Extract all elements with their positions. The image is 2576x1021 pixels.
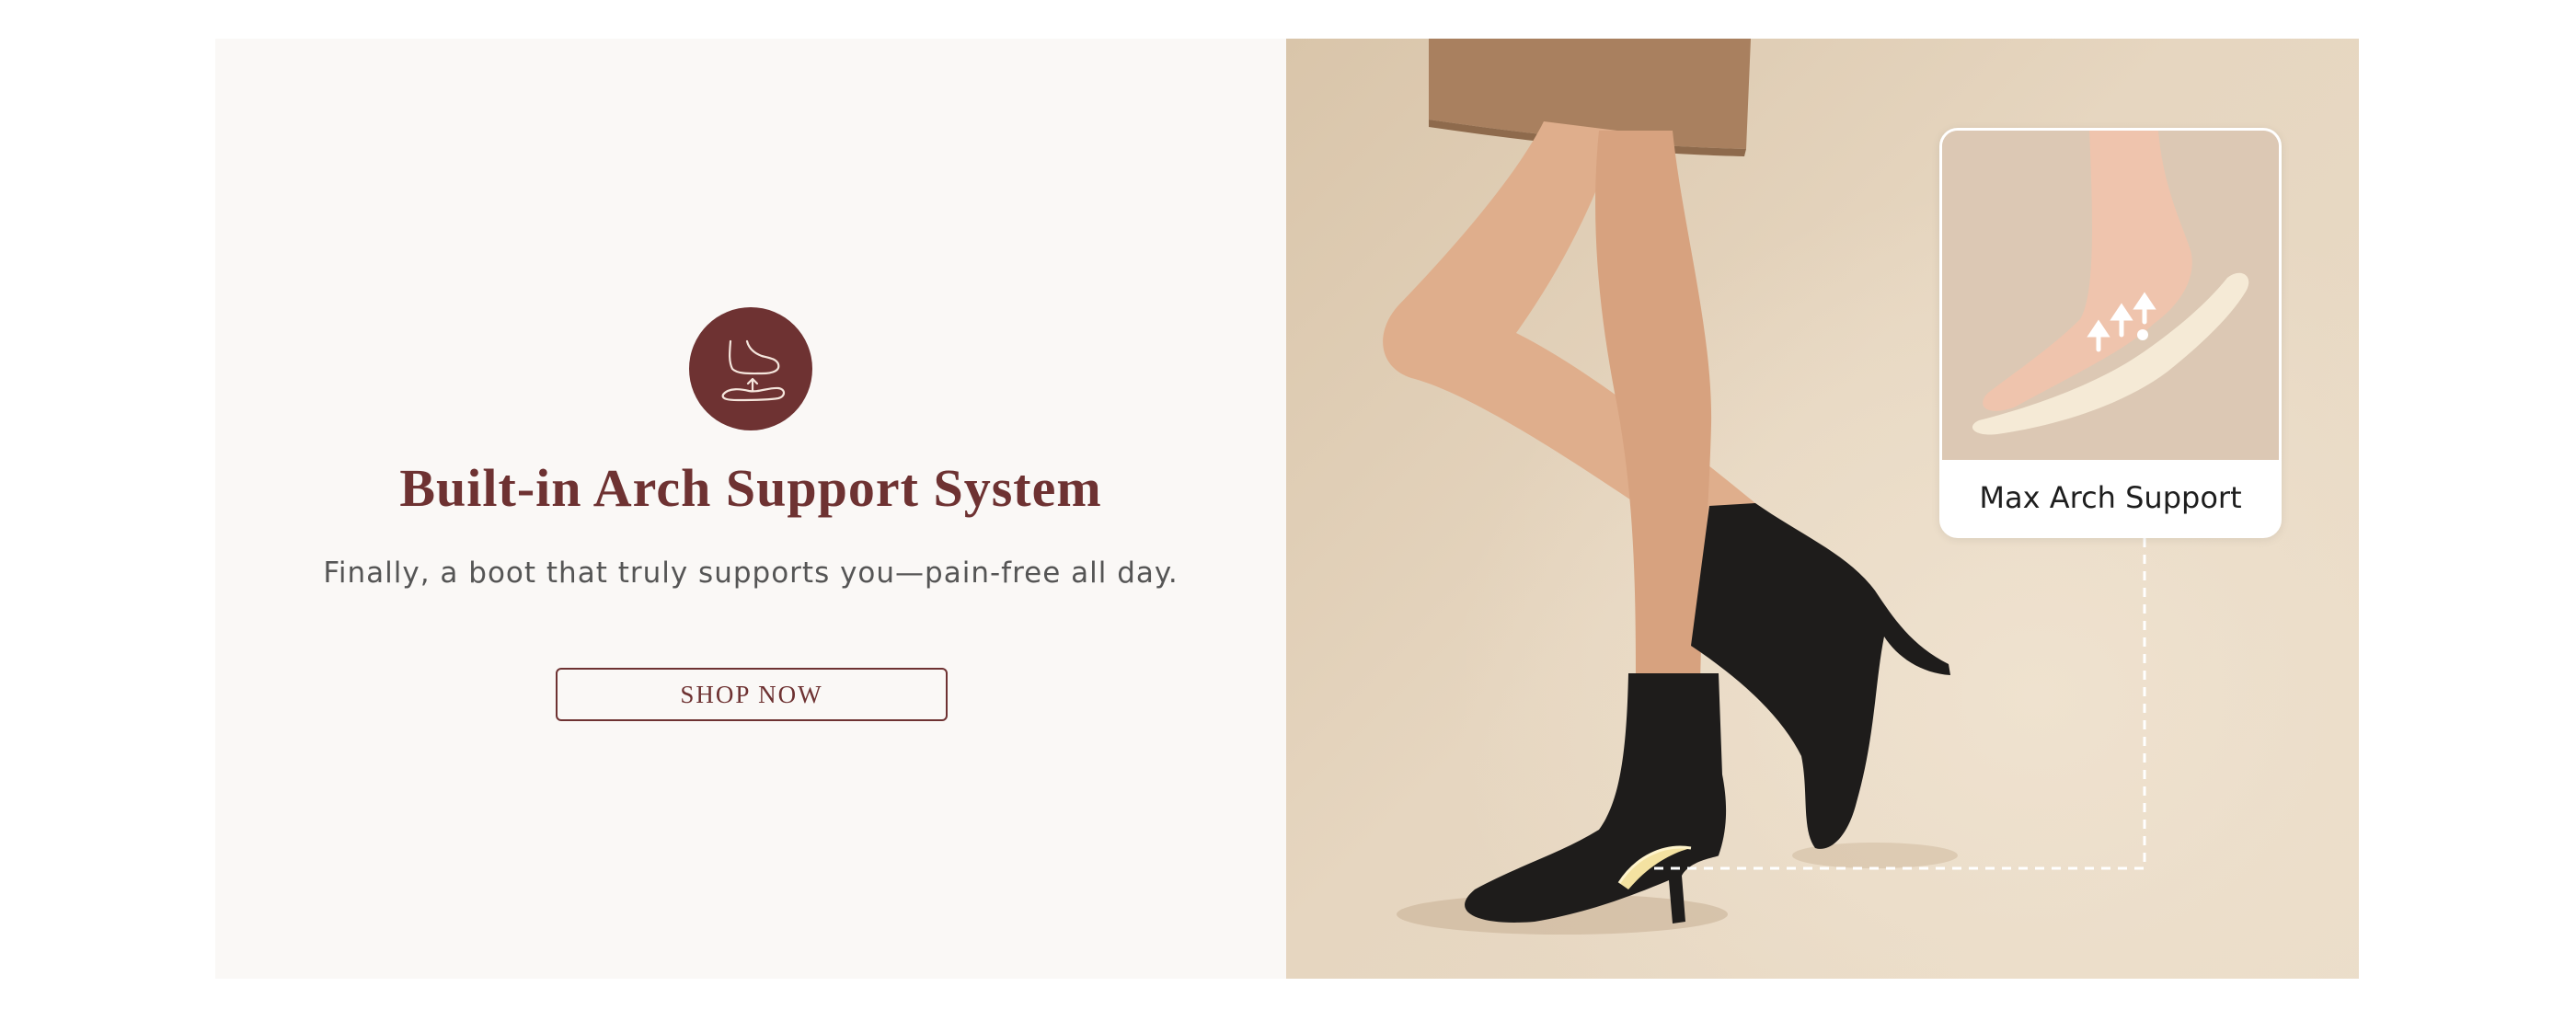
banner-subheadline: Finally, a boot that truly supports you—… [323,556,1179,590]
banner-text-panel: Built-in Arch Support System Finally, a … [215,39,1286,979]
arch-support-banner: Built-in Arch Support System Finally, a … [215,39,2359,979]
inset-caption: Max Arch Support [1979,480,2242,515]
product-photo-panel: Max Arch Support [1286,39,2359,979]
shop-now-button[interactable]: SHOP NOW [556,668,948,721]
arch-insole-closeup [1942,131,2279,460]
foot-arch-support-icon [689,307,812,430]
arch-support-inset: Max Arch Support [1939,128,2282,538]
banner-headline: Built-in Arch Support System [399,458,1102,518]
